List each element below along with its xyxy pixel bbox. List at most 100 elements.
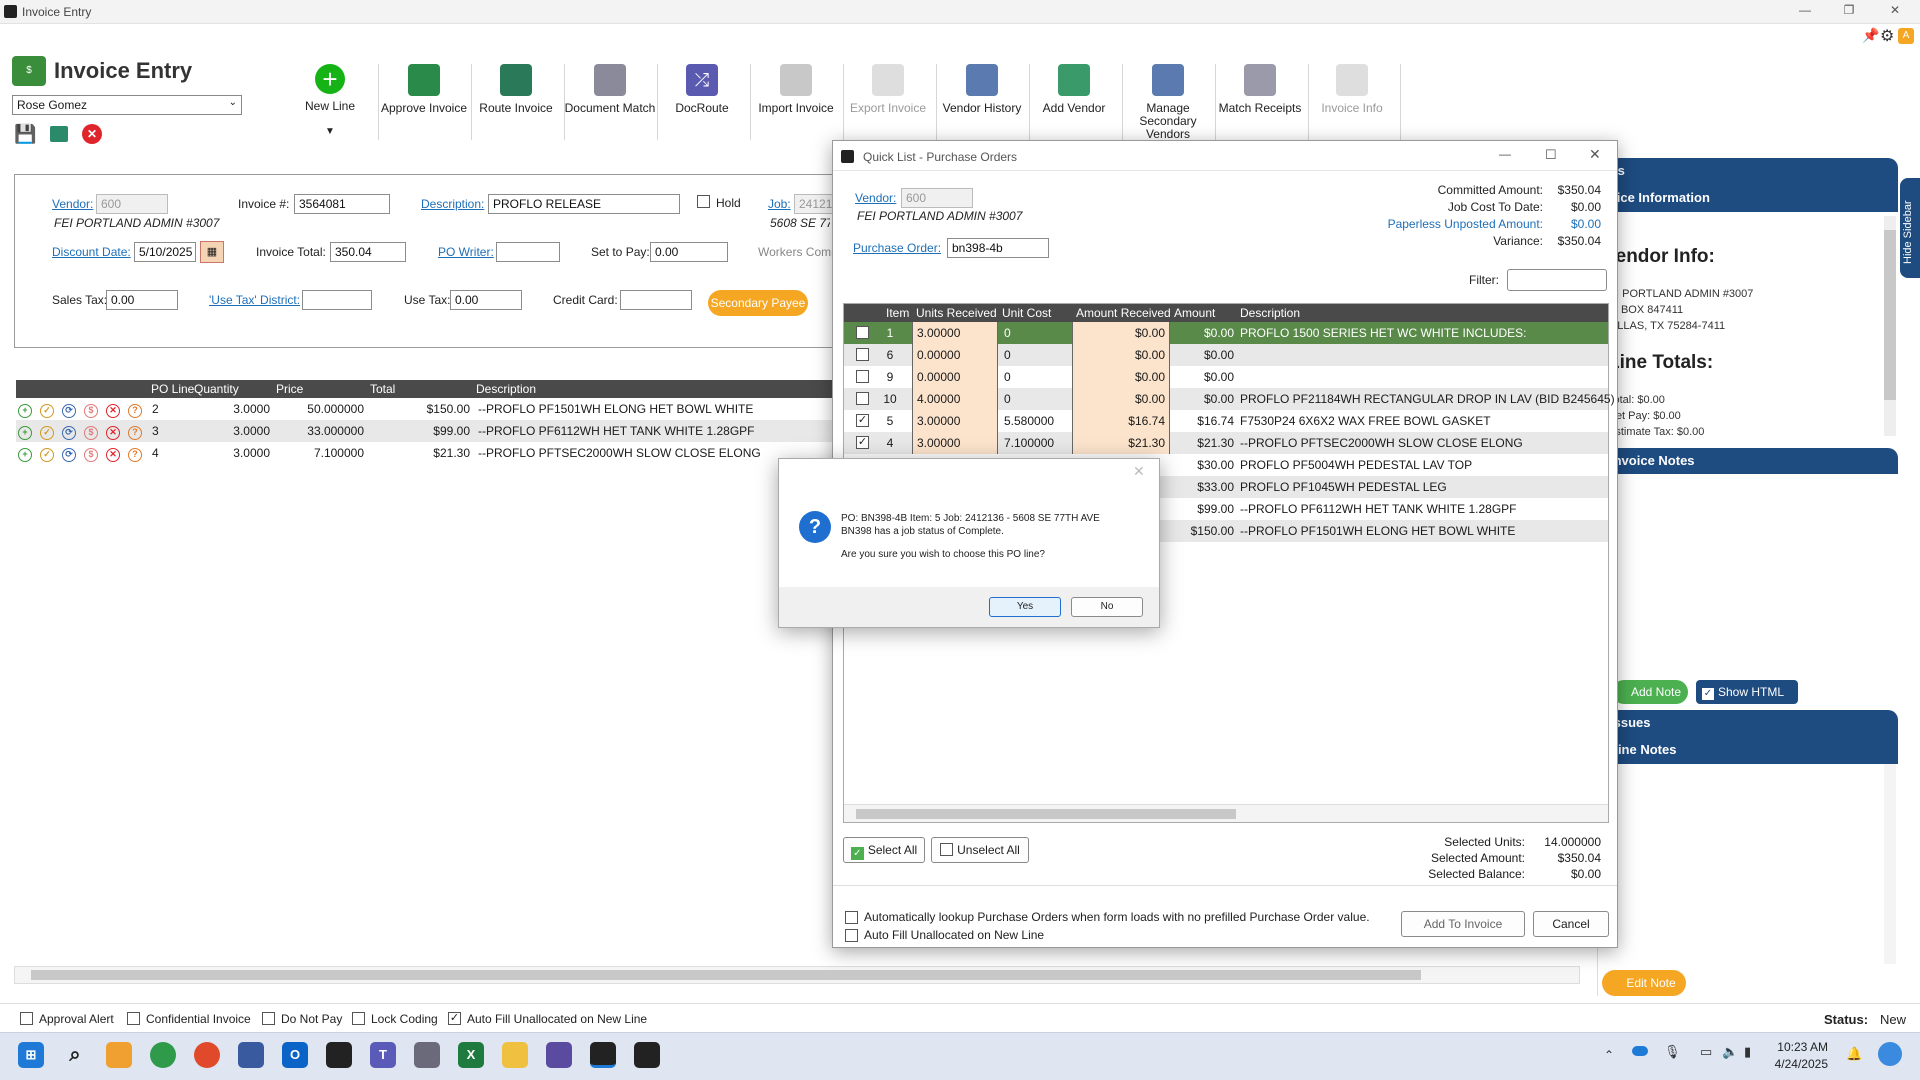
- secondary-payee-button[interactable]: Secondary Payee: [708, 290, 808, 316]
- col-quantity[interactable]: Quantity: [194, 382, 239, 396]
- ql-amount-received[interactable]: $16.74: [1072, 410, 1170, 432]
- ql-vendor-code-field[interactable]: 600: [901, 188, 973, 208]
- app-icon-green[interactable]: [150, 1042, 176, 1068]
- sidebar-scrollbar[interactable]: [1884, 216, 1896, 436]
- auto-lookup-checkbox[interactable]: [845, 911, 858, 924]
- app-icon-people[interactable]: [238, 1042, 264, 1068]
- no-button[interactable]: No: [1071, 597, 1143, 617]
- hide-sidebar-tab[interactable]: Hide Sidebar: [1900, 178, 1920, 278]
- acrobat-icon[interactable]: [634, 1042, 660, 1068]
- job-label[interactable]: Job:: [768, 197, 791, 211]
- vendor-history-button[interactable]: Vendor History: [936, 64, 1028, 115]
- job-field[interactable]: 2412136: [794, 194, 846, 214]
- ql-row[interactable]: ✓ 4 3.00000 7.100000 $21.30 $21.30 --PROFLO PF…: [844, 432, 1608, 454]
- vendor-label[interactable]: Vendor:: [52, 197, 93, 211]
- description-field[interactable]: PROFLO RELEASE: [488, 194, 680, 214]
- ql-row[interactable]: 1 3.00000 0 $0.00 $0.00 PROFLO 1500 SERIES HE…: [844, 322, 1608, 344]
- auto-fill-unallocated-checkbox[interactable]: ✓: [448, 1012, 461, 1025]
- file-explorer-icon[interactable]: [502, 1042, 528, 1068]
- app-icon-folder-tool[interactable]: [106, 1042, 132, 1068]
- ql-units-received[interactable]: 0.00000: [912, 344, 998, 366]
- calculator-icon[interactable]: [414, 1042, 440, 1068]
- approve-line-icon[interactable]: ✓: [40, 404, 54, 418]
- col-price[interactable]: Price: [276, 382, 303, 396]
- ql-row[interactable]: 6 0.00000 0 $0.00 $0.00: [844, 344, 1608, 366]
- ql-row[interactable]: ✓ 5 3.00000 5.580000 $16.74 $16.74 F7530P24 6X…: [844, 410, 1608, 432]
- ql-scrollbar-thumb[interactable]: [856, 809, 1236, 819]
- tray-chevron-icon[interactable]: ⌃: [1604, 1048, 1614, 1062]
- ql-row-checkbox[interactable]: [856, 326, 869, 339]
- notes-scrollbar[interactable]: [1884, 764, 1896, 964]
- yes-button[interactable]: Yes: [989, 597, 1061, 617]
- spc-icon[interactable]: [326, 1042, 352, 1068]
- remove-line-icon[interactable]: ✕: [106, 448, 120, 462]
- chrome-icon[interactable]: [194, 1042, 220, 1068]
- use-tax-district-field[interactable]: [302, 290, 372, 310]
- ql-col-amount[interactable]: Amount: [1174, 306, 1215, 320]
- search-icon[interactable]: ⌕: [62, 1042, 88, 1068]
- route-line-icon[interactable]: ⟳: [62, 404, 76, 418]
- ql-amount-received[interactable]: $0.00: [1072, 366, 1170, 388]
- invoice-notes-header[interactable]: Invoice Notes: [1598, 448, 1898, 474]
- ql-po-label[interactable]: Purchase Order:: [853, 241, 941, 255]
- ql-row-checkbox[interactable]: [856, 370, 869, 383]
- hold-checkbox[interactable]: [697, 195, 710, 208]
- ql-row[interactable]: 10 4.00000 0 $0.00 $0.00 PROFLO PF21184WH REC…: [844, 388, 1615, 410]
- route-line-icon[interactable]: ⟳: [62, 426, 76, 440]
- remove-line-icon[interactable]: ✕: [106, 404, 120, 418]
- sidebar-scrollbar-thumb[interactable]: [1884, 230, 1896, 400]
- col-description[interactable]: Description: [476, 382, 536, 396]
- ql-row-checkbox[interactable]: ✓: [856, 414, 869, 427]
- ql-amount-received[interactable]: $0.00: [1072, 344, 1170, 366]
- remove-line-icon[interactable]: ✕: [106, 426, 120, 440]
- use-tax-field[interactable]: 0.00: [450, 290, 522, 310]
- minimize-button[interactable]: —: [1790, 3, 1820, 17]
- vendor-code-field[interactable]: 600: [96, 194, 168, 214]
- col-total[interactable]: Total: [370, 382, 395, 396]
- docroute-button[interactable]: ⤮ DocRoute: [656, 64, 748, 115]
- line-notes-header[interactable]: Line Notes: [1598, 736, 1898, 764]
- clock-date[interactable]: 4/24/2025: [1772, 1057, 1828, 1071]
- ql-horizontal-scrollbar[interactable]: [844, 804, 1608, 822]
- manage-secondary-vendors-button[interactable]: Manage Secondary Vendors: [1122, 64, 1214, 141]
- discount-date-label[interactable]: Discount Date:: [52, 245, 131, 259]
- approve-line-icon[interactable]: ✓: [40, 426, 54, 440]
- gear-icon[interactable]: ⚙: [1880, 26, 1894, 46]
- ql-filter-field[interactable]: [1507, 269, 1607, 291]
- line-row[interactable]: + ✓ ⟳ $ ✕? 3 3.0000 33.000000 $99.00 --PROFLO PF6…: [16, 420, 856, 442]
- ql-units-received[interactable]: 0.00000: [912, 366, 998, 388]
- ql-units-received[interactable]: 4.00000: [912, 388, 998, 410]
- line-row[interactable]: + ✓ ⟳ $ ✕? 2 3.0000 50.000000 $150.00 --PROFLO PF…: [16, 398, 856, 420]
- ql-vendor-label[interactable]: Vendor:: [855, 191, 896, 205]
- new-line-button[interactable]: + New Line ▼: [284, 64, 376, 138]
- select-all-button[interactable]: ✓ Select All: [843, 837, 925, 863]
- po-writer-field[interactable]: [496, 242, 560, 262]
- set-to-pay-field[interactable]: 0.00: [650, 242, 728, 262]
- approve-line-icon[interactable]: ✓: [40, 448, 54, 462]
- quicklist-maximize-button[interactable]: ☐: [1545, 147, 1557, 163]
- invoice-information-header[interactable]: Invoice Information: [1598, 184, 1898, 212]
- use-tax-district-label[interactable]: 'Use Tax' District:: [209, 293, 300, 307]
- excel-icon[interactable]: X: [458, 1042, 484, 1068]
- sales-tax-field[interactable]: 0.00: [106, 290, 178, 310]
- add-line-icon[interactable]: +: [18, 426, 32, 440]
- credit-card-field[interactable]: [620, 290, 692, 310]
- ql-auto-fill-checkbox[interactable]: [845, 929, 858, 942]
- teams-icon[interactable]: T: [370, 1042, 396, 1068]
- export-invoice-button[interactable]: Export Invoice: [842, 64, 934, 115]
- delete-icon[interactable]: ✕: [82, 124, 102, 144]
- user-select[interactable]: Rose Gomez ⌄: [12, 95, 242, 115]
- ql-units-received[interactable]: 3.00000: [912, 410, 998, 432]
- calendar-icon[interactable]: ▦: [200, 241, 224, 263]
- route-invoice-button[interactable]: Route Invoice: [470, 64, 562, 115]
- po-writer-label[interactable]: PO Writer:: [438, 245, 494, 259]
- approve-invoice-button[interactable]: Approve Invoice: [378, 64, 470, 115]
- match-receipts-button[interactable]: Match Receipts: [1214, 64, 1306, 115]
- volume-icon[interactable]: 🔈: [1722, 1044, 1738, 1060]
- add-line-icon[interactable]: +: [18, 404, 32, 418]
- close-window-button[interactable]: ✕: [1880, 3, 1910, 17]
- invoice-total-field[interactable]: 350.04: [330, 242, 406, 262]
- ql-summary-label[interactable]: Paperless Unposted Amount:: [1388, 217, 1543, 231]
- ql-amount-received[interactable]: $21.30: [1072, 432, 1170, 454]
- ql-row-checkbox[interactable]: ✓: [856, 436, 869, 449]
